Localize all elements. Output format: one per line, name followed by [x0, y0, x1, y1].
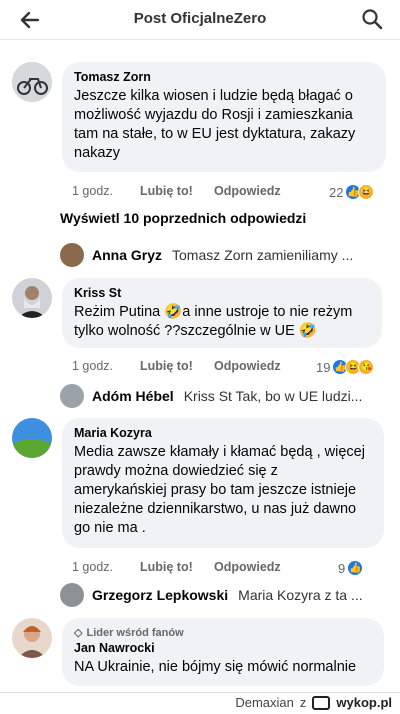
comment-time: 1 godz.: [72, 359, 114, 373]
reaction-count: 22: [329, 184, 344, 200]
reaction-count: 19: [316, 359, 331, 375]
reaction-count: 9: [338, 560, 346, 576]
reactions[interactable]: 19 👍 😆 😘: [316, 359, 375, 375]
watermark-credit: Demaxian z wykop.pl: [235, 695, 392, 710]
comment-author[interactable]: Jan Nawrocki: [74, 641, 372, 655]
reply-text: Kriss St Tak, bo w UE ludzi...: [183, 388, 363, 404]
reply-preview[interactable]: Anna Gryz Tomasz Zorn zamieniliamy ...: [60, 242, 380, 268]
credit-site: wykop.pl: [336, 695, 392, 710]
comment-bubble: ◇ Lider wśród fanów Jan Nawrocki NA Ukra…: [62, 618, 384, 686]
avatar: [60, 384, 84, 408]
comment-time: 1 godz.: [72, 560, 114, 574]
view-previous-replies-link[interactable]: Wyświetl 10 poprzednich odpowiedzi: [60, 210, 306, 226]
credit-user: Demaxian: [235, 695, 294, 710]
comment-text: NA Ukrainie, nie bójmy się mówić normaln…: [74, 659, 357, 675]
comment-actions: 1 godz. Lubię to! Odpowiedz: [72, 184, 372, 200]
wykop-logo-icon: [312, 695, 331, 710]
comment-author[interactable]: Tomasz Zorn: [74, 70, 374, 84]
comment-author[interactable]: Maria Kozyra: [74, 426, 372, 440]
search-icon[interactable]: [360, 7, 384, 31]
reply-author: Adóm Hébel: [92, 388, 174, 404]
reply-button[interactable]: Odpowiedz: [214, 359, 281, 373]
comment-text: Reżim Putina 🤣a inne ustroje to nie reży…: [74, 304, 353, 339]
credit-z: z: [299, 695, 307, 710]
watermark-bar: Demaxian z wykop.pl: [0, 692, 400, 714]
like-button[interactable]: Lubię to!: [140, 560, 193, 574]
avatar[interactable]: [12, 618, 52, 658]
avatar[interactable]: [12, 62, 52, 102]
reply-preview[interactable]: Adóm Hébel Kriss St Tak, bo w UE ludzi..…: [60, 383, 380, 409]
reply-author: Grzegorz Lepkowski: [92, 587, 229, 603]
comment-bubble: Tomasz Zorn Jeszcze kilka wiosen i ludzi…: [62, 62, 386, 172]
reply-button[interactable]: Odpowiedz: [214, 560, 281, 574]
reactions[interactable]: 9 👍: [338, 560, 364, 576]
reply-text: Maria Kozyra z ta ...: [238, 587, 363, 603]
avatar[interactable]: [12, 418, 52, 458]
reactions[interactable]: 22 👍 😆: [329, 184, 375, 200]
top-bar: Post OficjalneZero: [0, 0, 400, 40]
avatar: [60, 243, 84, 267]
person-icon: [12, 278, 52, 318]
like-reaction-icon: 👍: [347, 560, 364, 576]
comment-time: 1 godz.: [72, 184, 114, 198]
comment-bubble: Maria Kozyra Media zawsze kłamały i kłam…: [62, 418, 384, 548]
motorcycle-icon: [12, 62, 52, 102]
kiss-reaction-icon: 😘: [358, 359, 375, 375]
reply-author: Anna Gryz: [92, 247, 163, 263]
comment-author[interactable]: Kriss St: [74, 286, 370, 300]
like-button[interactable]: Lubię to!: [140, 184, 193, 198]
page-title: Post OficjalneZero: [133, 10, 267, 27]
comment-text: Media zawsze kłamały i kłamać będą , wię…: [74, 444, 365, 536]
comment-bubble: Kriss St Reżim Putina 🤣a inne ustroje to…: [62, 278, 382, 348]
comment-actions: 1 godz. Lubię to! Odpowiedz: [72, 560, 372, 576]
like-button[interactable]: Lubię to!: [140, 359, 193, 373]
haha-reaction-icon: 😆: [358, 184, 375, 200]
person-icon: [12, 618, 52, 658]
top-fan-badge: ◇ Lider wśród fanów: [74, 626, 372, 640]
reply-preview[interactable]: Grzegorz Lepkowski Maria Kozyra z ta ...: [60, 582, 380, 608]
badge-label: Lider wśród fanów: [86, 626, 184, 639]
comment-text: Jeszcze kilka wiosen i ludzie będą błaga…: [74, 88, 356, 161]
diamond-icon: ◇: [74, 627, 83, 639]
avatar: [60, 583, 84, 607]
landscape-icon: [12, 418, 52, 458]
reply-text: Tomasz Zorn zamieniliamy ...: [172, 247, 354, 263]
reply-button[interactable]: Odpowiedz: [214, 184, 281, 198]
avatar[interactable]: [12, 278, 52, 318]
